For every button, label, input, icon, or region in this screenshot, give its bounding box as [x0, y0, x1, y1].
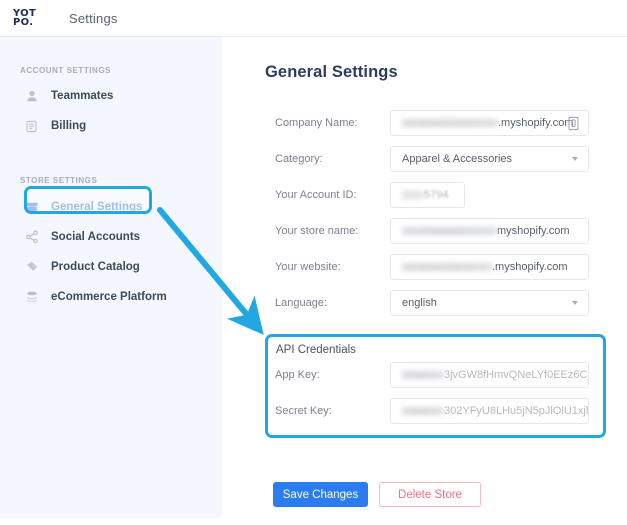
redacted-value	[402, 227, 497, 236]
website-label: Your website:	[275, 261, 341, 273]
document-icon	[24, 119, 39, 134]
sidebar-item-billing[interactable]: Billing	[24, 115, 86, 137]
secret-key-input[interactable]: 302YFyU8LHu5jN5pJlOlU1xjhNa	[390, 398, 589, 424]
sidebar-section-store-settings: STORE SETTINGS	[20, 176, 98, 185]
sidebar-item-social-accounts[interactable]: Social Accounts	[24, 226, 140, 248]
field-row-account-id: Your Account ID: 5794	[275, 182, 590, 208]
secret-key-value: 302YFyU8LHu5jN5pJlOlU1xjhNa	[391, 405, 588, 417]
tag-icon	[24, 260, 39, 275]
api-credentials-title: API Credentials	[276, 344, 356, 356]
website-input[interactable]: .myshopify.com	[390, 254, 589, 280]
sidebar-item-label: Product Catalog	[51, 261, 140, 273]
account-id-input[interactable]: 5794	[390, 182, 465, 208]
field-row-app-key: App Key: 3jvGW8fHmvQNeLYf0EEz6CjFmq	[275, 362, 590, 388]
store-name-value: myshopify.com	[391, 225, 570, 237]
app-key-input[interactable]: 3jvGW8fHmvQNeLYf0EEz6CjFmq	[390, 362, 589, 388]
logo-line-2: PO.	[13, 17, 34, 28]
field-row-secret-key: Secret Key: 302YFyU8LHu5jN5pJlOlU1xjhNa	[275, 398, 590, 424]
redacted-value	[402, 263, 492, 272]
top-bar: YOT PO. Settings	[0, 0, 627, 37]
language-value: english	[402, 297, 437, 309]
account-id-label: Your Account ID:	[275, 189, 357, 201]
company-name-value: .myshopify.com	[391, 117, 574, 129]
field-row-category: Category: Apparel & Accessories	[275, 146, 590, 172]
sidebar-item-ecommerce-platform[interactable]: eCommerce Platform	[24, 286, 167, 308]
copy-icon[interactable]	[567, 116, 580, 131]
redacted-value	[402, 371, 444, 380]
share-icon	[24, 230, 39, 245]
delete-store-button[interactable]: Delete Store	[379, 482, 481, 507]
sidebar-section-account-settings: ACCOUNT SETTINGS	[20, 66, 112, 75]
sidebar-item-label: Social Accounts	[51, 231, 141, 243]
store-name-input[interactable]: myshopify.com	[390, 218, 589, 244]
category-label: Category:	[275, 153, 323, 165]
company-name-input[interactable]: .myshopify.com	[390, 110, 589, 136]
sidebar: ACCOUNT SETTINGS Teammates Billing STORE…	[0, 37, 222, 518]
sidebar-item-teammates[interactable]: Teammates	[24, 85, 113, 107]
sidebar-item-label: Teammates	[51, 90, 114, 102]
company-name-label: Company Name:	[275, 117, 358, 129]
app-key-value: 3jvGW8fHmvQNeLYf0EEz6CjFmq	[391, 369, 588, 381]
yotpo-logo[interactable]: YOT PO.	[13, 8, 49, 28]
field-row-website: Your website: .myshopify.com	[275, 254, 590, 280]
page-title: General Settings	[265, 63, 398, 81]
store-name-label: Your store name:	[275, 225, 359, 237]
sidebar-item-label: Billing	[51, 120, 87, 132]
field-row-language: Language: english	[275, 290, 590, 316]
redacted-value	[402, 191, 424, 200]
category-value: Apparel & Accessories	[402, 153, 513, 165]
layers-icon	[24, 290, 39, 305]
account-id-value: 5794	[391, 189, 448, 201]
app-key-label: App Key:	[275, 369, 320, 381]
field-row-store-name: Your store name: myshopify.com	[275, 218, 590, 244]
sidebar-item-label: General Settings	[51, 201, 143, 213]
user-icon	[24, 89, 39, 104]
bottom-strip	[0, 518, 627, 525]
sidebar-item-general-settings[interactable]: General Settings	[24, 196, 142, 218]
language-select[interactable]: english	[390, 290, 589, 316]
field-row-company-name: Company Name: .myshopify.com	[275, 110, 590, 136]
website-value: .myshopify.com	[391, 261, 568, 273]
store-icon	[24, 200, 39, 215]
chevron-down-icon	[572, 157, 578, 161]
topbar-title: Settings	[69, 10, 118, 26]
secret-key-label: Secret Key:	[275, 405, 332, 417]
redacted-value	[402, 407, 444, 416]
language-label: Language:	[275, 297, 327, 309]
save-changes-button[interactable]: Save Changes	[273, 482, 368, 507]
sidebar-item-label: eCommerce Platform	[51, 291, 167, 303]
redacted-value	[402, 119, 498, 128]
sidebar-item-product-catalog[interactable]: Product Catalog	[24, 256, 140, 278]
category-select[interactable]: Apparel & Accessories	[390, 146, 589, 172]
chevron-down-icon	[572, 301, 578, 305]
